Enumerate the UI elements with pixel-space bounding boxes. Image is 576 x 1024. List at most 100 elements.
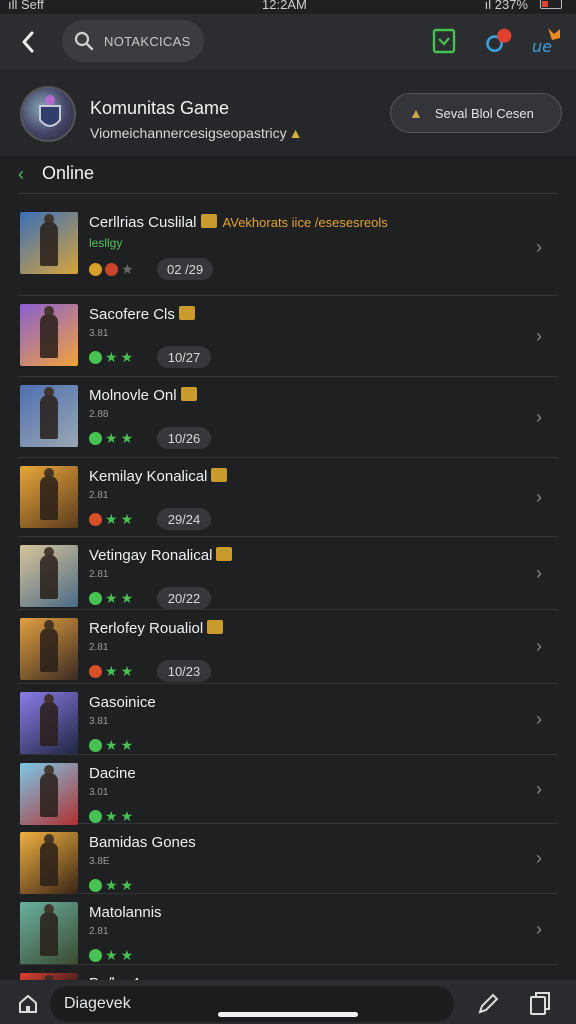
count-pill: 10/23 [157, 660, 211, 682]
star-icon: ★ [120, 590, 134, 606]
star-icon: ★ [120, 947, 134, 963]
list-item[interactable]: Gasoinice 3.81 ★ ★ › [18, 684, 558, 755]
item-name: Vetingay Ronalical [89, 547, 233, 564]
rating-stars: ★ ★ [89, 809, 136, 823]
rating-stars: ★ ★ [89, 431, 136, 445]
list-item[interactable]: Matolannis 2.81 ★ ★ › [18, 894, 558, 965]
game-thumbnail [20, 618, 78, 680]
status-dot-icon [89, 512, 102, 526]
item-name: Cerllrias Cuslilal AVekhorats iice /esese… [89, 214, 388, 231]
star-icon: ★ [105, 663, 118, 679]
rating-stars: ★ ★ [89, 512, 136, 526]
profile-badge[interactable]: ue [530, 26, 564, 56]
item-meta: 2.81 [89, 490, 109, 501]
message-input-text: Diagevek [64, 995, 131, 1012]
item-link[interactable]: AVekhorats iice /esesesreols [223, 215, 388, 230]
section-label: Online [42, 163, 95, 183]
list-item[interactable]: Rerlofey Roualiol 2.81 ★ ★ 10/23 › [18, 610, 558, 684]
item-meta: lesllgy [89, 236, 123, 250]
header-action-label: Seval Blol Cesen [434, 105, 534, 121]
status-dot-icon [89, 809, 102, 823]
item-name: Dacine [89, 765, 136, 782]
item-name: Sacofere Cls [89, 306, 195, 323]
status-dot-icon [89, 262, 102, 276]
star-icon: ★ [121, 261, 134, 277]
list-item[interactable]: Vetingay Ronalical 2.81 ★ ★ 20/22 › [18, 537, 558, 610]
pen-icon[interactable] [476, 992, 500, 1016]
chevron-right-icon: › [536, 636, 542, 656]
list-item[interactable]: Kemilay Konalical 2.81 ★ ★ 29/24 › [18, 458, 558, 537]
list-item[interactable]: Dacine 3.01 ★ ★ › [18, 755, 558, 825]
rating-stars: ★ ★ [89, 738, 136, 752]
top-bar: NOTAKCICAS ue [0, 14, 576, 70]
item-meta: 2.81 [89, 926, 109, 937]
section-online[interactable]: ‹ Online [18, 160, 558, 194]
count-pill: 29/24 [157, 508, 211, 530]
rank-badge-icon [216, 547, 233, 561]
item-meta: 2.81 [89, 642, 109, 653]
item-meta: 3.81 [89, 328, 109, 339]
chevron-right-icon: › [536, 848, 542, 868]
status-dot-icon [89, 664, 102, 678]
carrier-label: ıll Seff [8, 0, 44, 12]
status-dot-icon [89, 591, 102, 605]
count-pill: 10/27 [157, 346, 211, 368]
rank-badge-icon [211, 468, 228, 482]
list-item[interactable]: Cerllrias Cuslilal AVekhorats iice /esese… [18, 200, 558, 296]
game-thumbnail [20, 385, 78, 447]
star-icon: ★ [105, 808, 118, 824]
status-dot-icon [89, 948, 102, 962]
star-icon: ★ [120, 349, 134, 365]
chevron-left-icon: ‹ [18, 164, 24, 184]
home-icon[interactable] [16, 992, 40, 1016]
chevron-right-icon: › [536, 779, 542, 799]
item-name: Kemilay Konalical [89, 468, 228, 485]
chevron-right-icon: › [536, 487, 542, 507]
page-title: Komunitas Game [90, 98, 230, 118]
rating-stars: ★ [89, 262, 137, 276]
star-icon: ★ [105, 590, 118, 606]
star-icon: ★ [120, 808, 134, 824]
pyramid-icon: ▲ [409, 105, 423, 121]
game-thumbnail [20, 692, 78, 754]
back-icon [22, 31, 34, 53]
list-item[interactable]: Molnovle Onl 2.88 ★ ★ 10/26 › [18, 377, 558, 458]
game-thumbnail [20, 466, 78, 528]
copy-icon[interactable] [528, 990, 552, 1016]
checklist-button[interactable] [429, 26, 459, 56]
notification-icon [486, 28, 512, 53]
search-icon [74, 31, 94, 51]
count-pill: 10/26 [157, 427, 211, 449]
back-button[interactable] [14, 26, 42, 58]
battery-label: ıl 237% [484, 0, 528, 12]
star-icon: ★ [105, 877, 118, 893]
star-icon: ★ [105, 947, 118, 963]
status-dot-icon [89, 738, 102, 752]
status-dot-icon [105, 262, 118, 276]
status-bar: ıll Seff 12:2AM ıl 237% [0, 0, 576, 14]
shield-icon [39, 95, 61, 127]
star-icon: ★ [120, 663, 134, 679]
community-avatar[interactable] [20, 86, 76, 142]
warning-icon: ▲ [288, 125, 303, 141]
list-item[interactable]: Sacofere Cls 3.81 ★ ★ 10/27 › [18, 296, 558, 377]
rank-badge-icon [178, 306, 195, 320]
star-icon: ★ [105, 511, 118, 527]
chevron-right-icon: › [536, 563, 542, 583]
list-item[interactable]: Bamidas Gones 3.8E ★ ★ › [18, 824, 558, 894]
rank-badge-icon [200, 214, 217, 228]
rating-stars: ★ ★ [89, 591, 136, 605]
star-icon: ★ [120, 511, 134, 527]
page-subtitle: Viomeichannercesigseopastricy ▲ [90, 125, 303, 141]
star-icon: ★ [105, 349, 118, 365]
notifications-button[interactable] [484, 26, 514, 56]
rating-stars: ★ ★ [89, 664, 136, 678]
search-input[interactable]: NOTAKCICAS [62, 20, 204, 62]
chevron-right-icon: › [536, 709, 542, 729]
item-meta: 3.01 [89, 787, 109, 798]
item-name: Bamidas Gones [89, 834, 196, 851]
search-text: NOTAKCICAS [104, 33, 191, 49]
header-action-button[interactable]: ▲ Seval Blol Cesen [390, 93, 562, 133]
chevron-right-icon: › [536, 919, 542, 939]
chevron-right-icon: › [536, 237, 542, 257]
